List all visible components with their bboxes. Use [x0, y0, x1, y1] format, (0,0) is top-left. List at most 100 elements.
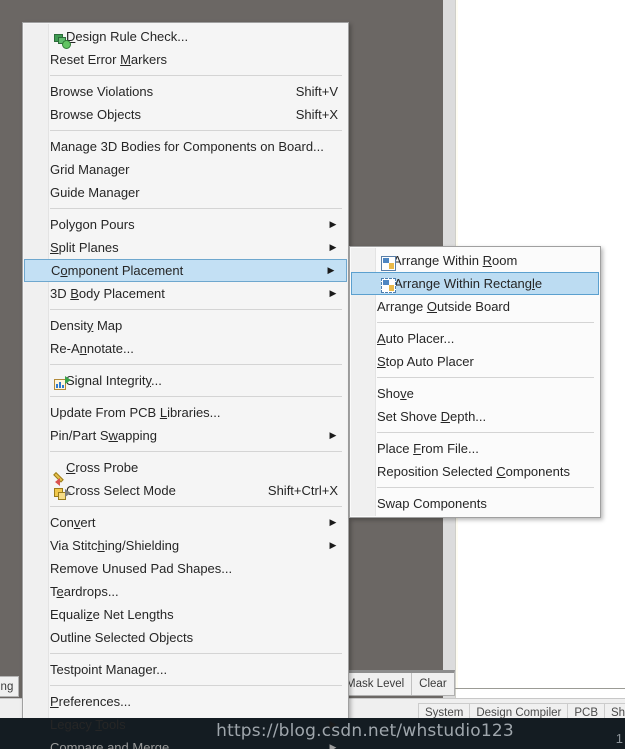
submenu-arrow-icon: ▶: [327, 265, 335, 275]
menu-item-polygon-pours[interactable]: Polygon Pours ▶: [23, 213, 348, 236]
menu-separator: [50, 130, 342, 131]
menu-item-via-stitching-shielding[interactable]: Via Stitching/Shielding ▶: [23, 534, 348, 557]
design-rule-check-icon: [54, 32, 71, 49]
menu-item-convert[interactable]: Convert ▶: [23, 511, 348, 534]
menu-item-label: Preferences...: [50, 694, 131, 709]
menu-item-label: Shove: [377, 386, 414, 401]
menu-item-3d-body-placement[interactable]: 3D Body Placement ▶: [23, 282, 348, 305]
menu-item-component-placement[interactable]: Component Placement ▶: [24, 259, 347, 282]
menu-item-arrange-within-rectangle[interactable]: Arrange Within Rectangle: [351, 272, 599, 295]
menu-item-shortcut: Shift+X: [295, 107, 338, 122]
menu-item-design-rule-check[interactable]: Design Rule Check...: [23, 25, 348, 49]
partial-toolbar-button[interactable]: ing: [0, 676, 20, 697]
menu-item-testpoint-manager[interactable]: Testpoint Manager...: [23, 658, 348, 681]
menu-item-label: Convert: [50, 515, 96, 530]
menu-item-label: 3D Body Placement: [50, 286, 165, 301]
menu-separator: [50, 75, 342, 76]
menu-item-guide-manager[interactable]: Guide Manager: [23, 181, 348, 204]
menu-separator: [377, 322, 594, 323]
menu-item-shove[interactable]: Shove: [350, 382, 600, 405]
menu-separator: [50, 685, 342, 686]
menu-item-label: Guide Manager: [50, 185, 140, 200]
menu-item-label: Legacy Tools: [50, 717, 126, 732]
menu-item-label: Cross Select Mode: [66, 483, 176, 498]
menu-item-label: Split Planes: [50, 240, 119, 255]
menu-item-arrange-outside-board[interactable]: Arrange Outside Board: [350, 295, 600, 318]
menu-item-auto-placer[interactable]: Auto Placer...: [350, 327, 600, 350]
menu-item-outline-selected-objects[interactable]: Outline Selected Objects: [23, 626, 348, 649]
menu-item-stop-auto-placer[interactable]: Stop Auto Placer: [350, 350, 600, 373]
submenu-arrow-icon: ▶: [329, 242, 337, 252]
menu-item-label: Place From File...: [377, 441, 479, 456]
menu-item-label: Arrange Outside Board: [377, 299, 510, 314]
menu-item-update-from-pcb-libraries[interactable]: Update From PCB Libraries...: [23, 401, 348, 424]
menu-item-label: Browse Objects: [50, 107, 142, 122]
menu-item-label: Arrange Within Room: [393, 253, 518, 268]
menu-item-label: Density Map: [50, 318, 123, 333]
submenu-arrow-icon: ▶: [329, 288, 337, 298]
menu-item-swap-components[interactable]: Swap Components: [350, 492, 600, 515]
menu-item-manage-3d-bodies-for-components-on-board[interactable]: Manage 3D Bodies for Components on Board…: [23, 135, 348, 158]
menu-item-label: Testpoint Manager...: [50, 662, 168, 677]
menu-item-label: Auto Placer...: [377, 331, 455, 346]
menu-item-label: Teardrops...: [50, 584, 119, 599]
menu-separator: [377, 432, 594, 433]
signal-integrity-icon: [54, 376, 71, 392]
menu-item-split-planes[interactable]: Split Planes ▶: [23, 236, 348, 259]
menu-item-pin-part-swapping[interactable]: Pin/Part Swapping ▶: [23, 424, 348, 447]
component-placement-submenu[interactable]: Arrange Within Room Arrange Within Rectan…: [349, 246, 601, 518]
submenu-arrow-icon: ▶: [329, 219, 337, 229]
submenu-arrow-icon: ▶: [329, 430, 337, 440]
menu-separator: [377, 487, 594, 488]
menu-item-label: Arrange Within Rectangle: [394, 276, 543, 291]
menu-separator: [50, 653, 342, 654]
menu-item-cross-select-mode[interactable]: Cross Select Mode Shift+Ctrl+X: [23, 479, 348, 502]
menu-item-signal-integrity[interactable]: Signal Integrity...: [23, 369, 348, 392]
menu-item-arrange-within-room[interactable]: Arrange Within Room: [350, 249, 600, 272]
arrange-within-rectangle-icon: [381, 278, 397, 294]
menu-item-preferences[interactable]: Preferences...: [23, 690, 348, 713]
menu-separator: [50, 451, 342, 452]
submenu-arrow-icon: ▶: [329, 742, 337, 749]
menu-item-label: Compare and Merge: [50, 740, 170, 749]
menu-item-place-from-file[interactable]: Place From File...: [350, 437, 600, 460]
menu-item-reposition-selected-components[interactable]: Reposition Selected Components: [350, 460, 600, 483]
menu-item-label: Cross Probe: [66, 460, 139, 475]
menu-item-label: Pin/Part Swapping: [50, 428, 157, 443]
submenu-arrow-icon: ▶: [329, 540, 337, 550]
submenu-arrow-icon: ▶: [329, 517, 337, 527]
menu-separator: [50, 396, 342, 397]
menu-item-shortcut: Shift+Ctrl+X: [267, 483, 338, 498]
mask-level-button[interactable]: Mask Level: [339, 673, 411, 695]
menu-item-label: Manage 3D Bodies for Components on Board…: [50, 139, 324, 154]
menu-item-equalize-net-lengths[interactable]: Equalize Net Lengths: [23, 603, 348, 626]
mask-level-toolbar: Mask Level Clear: [338, 670, 455, 696]
menu-item-re-annotate[interactable]: Re-Annotate...: [23, 337, 348, 360]
clear-button[interactable]: Clear: [411, 673, 453, 695]
menu-item-compare-and-merge: Compare and Merge ▶: [23, 736, 348, 749]
menu-item-remove-unused-pad-shapes[interactable]: Remove Unused Pad Shapes...: [23, 557, 348, 580]
menu-item-label: Component Placement: [51, 263, 184, 278]
menu-item-grid-manager[interactable]: Grid Manager: [23, 158, 348, 181]
menu-item-label: Re-Annotate...: [50, 341, 134, 356]
menu-item-browse-violations[interactable]: Browse Violations Shift+V: [23, 80, 348, 103]
menu-item-label: Remove Unused Pad Shapes...: [50, 561, 233, 576]
menu-item-legacy-tools[interactable]: Legacy Tools ▶: [23, 713, 348, 736]
menu-item-cross-probe[interactable]: Cross Probe: [23, 456, 348, 486]
menu-item-label: Via Stitching/Shielding: [50, 538, 180, 553]
document-bottom-border: [455, 688, 625, 689]
cross-select-mode-icon: [54, 486, 71, 502]
menu-item-label: Update From PCB Libraries...: [50, 405, 221, 420]
menu-item-reset-error-markers[interactable]: Reset Error Markers: [23, 48, 348, 71]
menu-item-browse-objects[interactable]: Browse Objects Shift+X: [23, 103, 348, 126]
menu-item-density-map[interactable]: Density Map: [23, 314, 348, 337]
menu-separator: [50, 506, 342, 507]
menu-item-set-shove-depth[interactable]: Set Shove Depth...: [350, 405, 600, 428]
menu-separator: [50, 364, 342, 365]
menu-item-teardrops[interactable]: Teardrops...: [23, 580, 348, 603]
arrange-within-room-icon: [381, 256, 397, 272]
menu-item-label: Signal Integrity...: [66, 373, 162, 388]
menu-item-label: Swap Components: [377, 496, 487, 511]
menu-separator: [377, 377, 594, 378]
tools-menu[interactable]: Design Rule Check... Reset Error Markers B…: [22, 22, 349, 749]
